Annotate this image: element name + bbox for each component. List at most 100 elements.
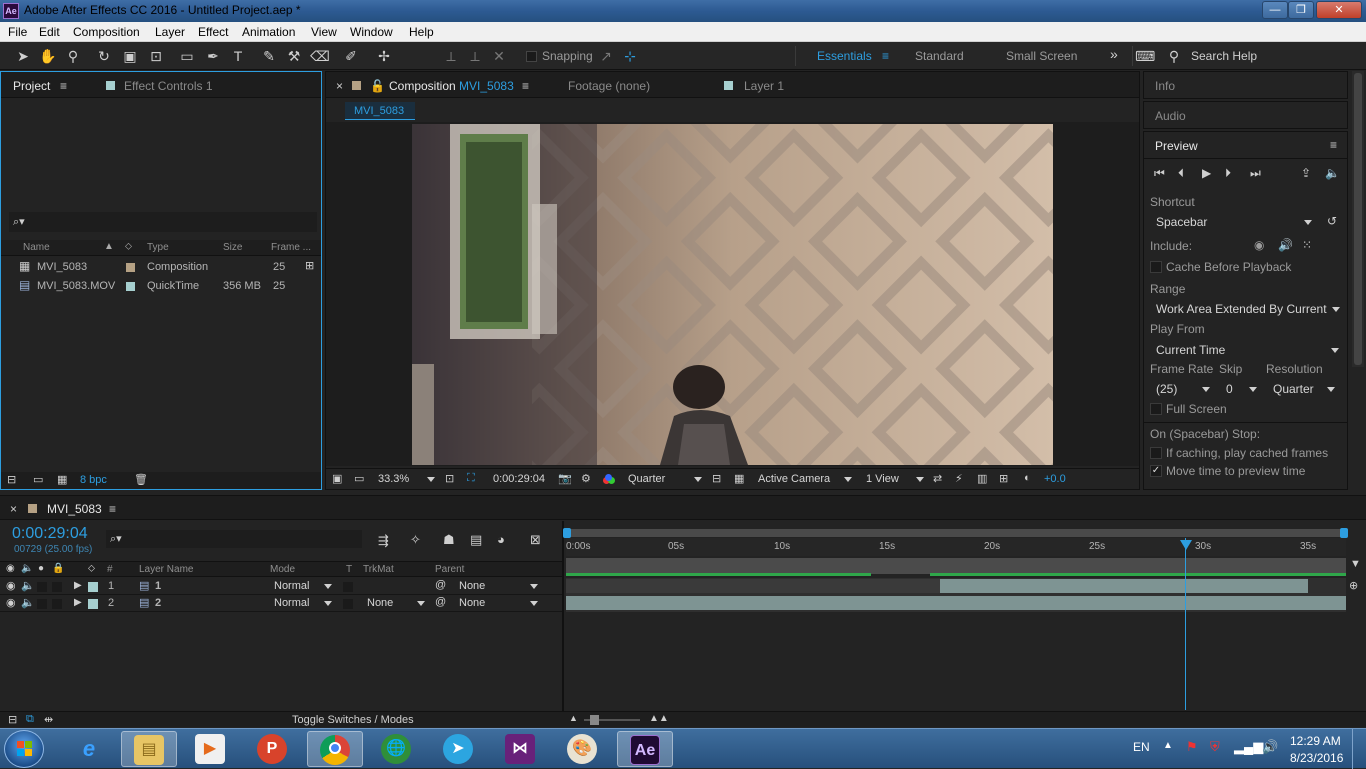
clock-time[interactable]: 12:29 AM [1290,734,1341,748]
table-row[interactable]: ◉ 🔈 ▶ 1 ▤ 1 Normal @ None [0,578,562,595]
language-indicator[interactable]: EN [1133,740,1150,754]
show-hidden-icons-icon[interactable]: ▲ [1163,740,1173,751]
volume-icon[interactable]: 🔊 [1262,739,1278,755]
label-tag-icon[interactable]: ⬦ [125,241,132,252]
layer-bar[interactable] [566,596,1346,610]
axis-local-icon[interactable]: ⟂ [441,46,461,66]
include-video-icon[interactable]: ◉ [1254,238,1264,252]
layer-bar-trimmed[interactable] [566,579,940,593]
layer-mode-dropdown[interactable]: Normal [274,597,309,609]
puppet-tool-icon[interactable]: ✢ [374,46,394,66]
layer-name[interactable]: 2 [155,597,161,609]
layer-bar[interactable] [940,579,1308,593]
axis-view-icon[interactable]: ✕ [489,46,509,66]
fast-previews-icon[interactable]: ⊟ [712,472,721,485]
timeline-panel-menu-icon[interactable]: ≡ [109,502,116,516]
in-out-panes-icon[interactable]: ⇹ [44,713,53,726]
maximize-button[interactable]: ❐ [1288,1,1314,19]
frame-rate-dropdown[interactable]: (25) [1156,382,1177,396]
shy-layers-icon[interactable]: ☗ [443,532,455,548]
project-panel-menu-icon[interactable]: ≡ [60,79,67,93]
snapping-checkbox[interactable] [526,51,537,62]
column-size[interactable]: Size [223,242,242,253]
preview-tab[interactable]: Preview [1155,139,1198,153]
toggle-pixel-aspect-icon[interactable]: ⇄ [933,472,942,485]
play-icon[interactable]: ▶ [1202,166,1211,180]
menu-effect[interactable]: Effect [198,25,228,39]
motion-blur-icon[interactable]: ◕ [497,532,505,547]
trkmat-dropdown[interactable]: None [367,597,393,609]
taskbar-visual-studio[interactable]: ⋈ [493,731,549,767]
start-button[interactable] [4,730,44,768]
camera-snapshot-icon[interactable]: 📷 [558,472,572,485]
current-time-display[interactable]: 0:00:29:04 [493,473,545,485]
zoom-slider-thumb[interactable] [590,715,599,725]
taskbar-telegram[interactable]: ➤ [431,731,487,767]
frame-blending-icon[interactable]: ▤ [470,532,482,548]
new-composition-icon[interactable]: ▦ [57,473,67,486]
column-type[interactable]: Type [147,242,169,253]
previous-frame-icon[interactable]: ⏴ [1178,166,1184,181]
expand-arrow-icon[interactable]: ▶ [74,597,82,608]
fast-draft-icon[interactable]: ⚡ [955,472,963,485]
lock-icon[interactable]: 🔓 [370,79,385,93]
pick-whip-icon[interactable]: @ [435,579,446,591]
taskbar-explorer[interactable]: ▤ [121,731,177,767]
clock-date[interactable]: 8/23/2016 [1290,751,1343,765]
more-workspaces-icon[interactable]: » [1110,46,1118,62]
workspace-small-screen[interactable]: Small Screen [1006,49,1077,63]
skip-dropdown[interactable]: 0 [1226,382,1233,396]
roto-brush-tool-icon[interactable]: ✐ [341,46,361,66]
selection-tool-icon[interactable]: ➤ [13,46,33,66]
draft-3d-icon[interactable]: ✧ [410,532,421,548]
column-layer-name[interactable]: Layer Name [139,564,193,575]
lock-switch[interactable] [52,582,62,592]
scrollbar-thumb[interactable] [1354,73,1362,365]
flowchart-icon[interactable]: ⊞ [999,472,1008,485]
audio-toggle-icon[interactable]: 🔈 [21,596,35,609]
layer-label-color[interactable] [88,582,98,592]
close-tab-icon[interactable]: × [10,502,17,516]
solo-switch[interactable] [37,599,47,609]
sync-settings-icon[interactable]: ⌨ [1135,46,1155,66]
channels-icon[interactable] [603,474,615,486]
column-frame-rate[interactable]: Frame ... [271,242,311,253]
snap-features-icon[interactable]: ⊹ [620,46,640,66]
info-tab[interactable]: Info [1155,79,1175,93]
first-frame-icon[interactable]: ⏮ [1154,166,1165,181]
snapshot-toggle-icon[interactable]: ▣ [332,472,342,485]
taskbar-after-effects[interactable]: Ae [617,731,673,767]
loop-icon[interactable]: ⇪ [1301,166,1311,180]
lock-switch[interactable] [52,599,62,609]
resolution-dropdown[interactable]: Quarter [628,473,665,485]
shortcut-dropdown[interactable]: Spacebar [1156,215,1207,229]
comp-navigator-subtab[interactable]: MVI_5083 [345,102,415,120]
pick-whip-icon[interactable]: @ [435,596,446,608]
timeline-current-time[interactable]: 0:00:29:04 [12,525,88,543]
bit-depth-button[interactable]: 8 bpc [80,474,107,486]
tab-composition[interactable]: Composition MVI_5083 [389,79,514,93]
workspace-standard[interactable]: Standard [915,49,964,63]
taskbar-globe-app[interactable]: 🌐 [369,731,425,767]
time-navigator[interactable] [563,528,1348,538]
play-from-dropdown[interactable]: Current Time [1156,343,1225,357]
next-frame-icon[interactable]: ⏵ [1225,166,1231,181]
menu-composition[interactable]: Composition [73,25,140,39]
camera-view-dropdown[interactable]: Active Camera [758,473,830,485]
eraser-tool-icon[interactable]: ⌫ [310,46,330,66]
playhead-handle[interactable] [1180,540,1192,550]
snap-edges-icon[interactable]: ↗ [596,46,616,66]
menu-window[interactable]: Window [350,25,393,39]
graph-editor-icon[interactable]: ⊠ [530,532,541,548]
solo-switch[interactable] [37,582,47,592]
taskbar-paint[interactable]: 🎨 [555,731,611,767]
flowchart-icon[interactable]: ⊞ [305,259,314,272]
include-overlays-icon[interactable]: ⁙ [1302,238,1312,252]
audio-tab[interactable]: Audio [1155,109,1186,123]
list-item[interactable]: ▦ MVI_5083 Composition 25 ⊞ [1,258,321,276]
tab-layer[interactable]: Layer 1 [744,79,784,93]
taskbar-chrome[interactable] [307,731,363,767]
full-screen-checkbox[interactable] [1150,403,1162,415]
menu-help[interactable]: Help [409,25,434,39]
taskbar-p-app[interactable]: P [245,731,301,767]
